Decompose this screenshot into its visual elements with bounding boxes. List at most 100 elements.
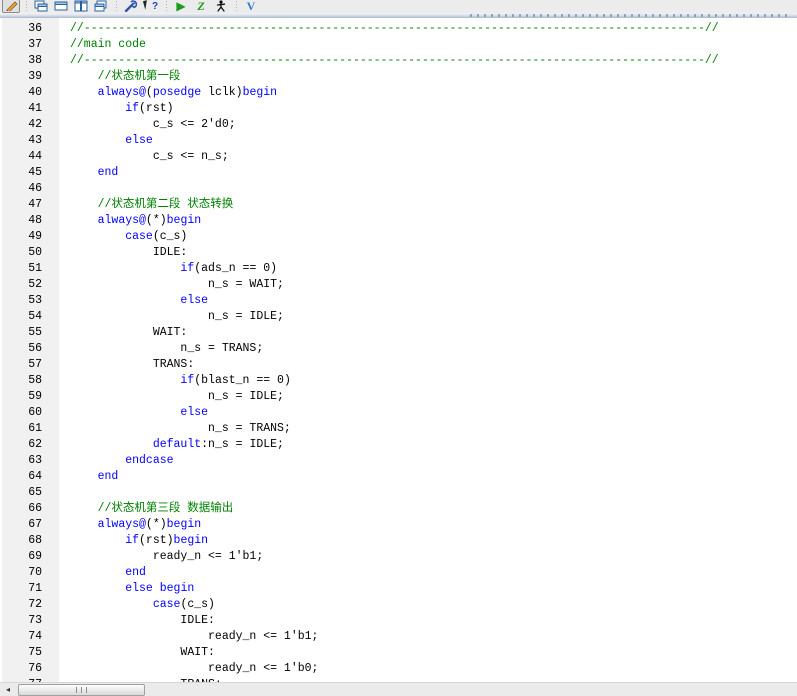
line-number[interactable]: 61 bbox=[2, 421, 61, 437]
code-line[interactable]: 47 //状态机第二段 状态转换 bbox=[0, 197, 797, 213]
code-text[interactable]: ready_n <= 1'b0; bbox=[61, 661, 797, 677]
code-text[interactable]: c_s <= 2'd0; bbox=[61, 117, 797, 133]
code-text[interactable]: n_s = IDLE; bbox=[61, 309, 797, 325]
code-text[interactable]: case(c_s) bbox=[61, 597, 797, 613]
line-number[interactable]: 76 bbox=[2, 661, 61, 677]
code-line[interactable]: 54 n_s = IDLE; bbox=[0, 309, 797, 325]
code-line[interactable]: 46 bbox=[0, 181, 797, 197]
tile-vertical-button[interactable] bbox=[72, 0, 90, 13]
code-line[interactable]: 70 end bbox=[0, 565, 797, 581]
code-text[interactable]: default:n_s = IDLE; bbox=[61, 437, 797, 453]
code-text[interactable]: else bbox=[61, 293, 797, 309]
code-line[interactable]: 56 n_s = TRANS; bbox=[0, 341, 797, 357]
code-line[interactable]: 58 if(blast_n == 0) bbox=[0, 373, 797, 389]
code-text[interactable]: ready_n <= 1'b1; bbox=[61, 629, 797, 645]
horizontal-scrollbar[interactable]: ◂ bbox=[0, 682, 797, 696]
code-text[interactable]: n_s = TRANS; bbox=[61, 341, 797, 357]
code-line[interactable]: 39 //状态机第一段 bbox=[0, 69, 797, 85]
line-number[interactable]: 52 bbox=[2, 277, 61, 293]
line-number[interactable]: 46 bbox=[2, 181, 61, 197]
line-number[interactable]: 67 bbox=[2, 517, 61, 533]
line-number[interactable]: 45 bbox=[2, 165, 61, 181]
code-text[interactable]: end bbox=[61, 565, 797, 581]
scroll-left-arrow[interactable]: ◂ bbox=[2, 683, 14, 696]
code-text[interactable]: IDLE: bbox=[61, 245, 797, 261]
code-line[interactable]: 61 n_s = TRANS; bbox=[0, 421, 797, 437]
code-line[interactable]: 63 endcase bbox=[0, 453, 797, 469]
context-help-button[interactable]: ? bbox=[142, 0, 160, 13]
code-text[interactable]: c_s <= n_s; bbox=[61, 149, 797, 165]
line-number[interactable]: 36 bbox=[2, 21, 61, 37]
code-text[interactable]: always@(posedge lclk)begin bbox=[61, 85, 797, 101]
code-line[interactable]: 55 WAIT: bbox=[0, 325, 797, 341]
line-number[interactable]: 74 bbox=[2, 629, 61, 645]
code-text[interactable]: always@(*)begin bbox=[61, 517, 797, 533]
code-line[interactable]: 53 else bbox=[0, 293, 797, 309]
code-text[interactable]: n_s = TRANS; bbox=[61, 421, 797, 437]
code-line[interactable]: 40 always@(posedge lclk)begin bbox=[0, 85, 797, 101]
code-line[interactable]: 67 always@(*)begin bbox=[0, 517, 797, 533]
line-number[interactable]: 59 bbox=[2, 389, 61, 405]
code-line[interactable]: 69 ready_n <= 1'b1; bbox=[0, 549, 797, 565]
code-text[interactable]: //状态机第一段 bbox=[61, 69, 797, 85]
line-number[interactable]: 40 bbox=[2, 85, 61, 101]
line-number[interactable]: 70 bbox=[2, 565, 61, 581]
code-line[interactable]: 38 //------------------------------------… bbox=[0, 53, 797, 69]
code-text[interactable]: else bbox=[61, 133, 797, 149]
line-number[interactable]: 37 bbox=[2, 37, 61, 53]
line-number[interactable]: 51 bbox=[2, 261, 61, 277]
code-text[interactable]: //--------------------------------------… bbox=[61, 53, 797, 69]
code-line[interactable]: 49 case(c_s) bbox=[0, 229, 797, 245]
code-line[interactable]: 37 //main code bbox=[0, 37, 797, 53]
code-text[interactable]: //状态机第三段 数据输出 bbox=[61, 501, 797, 517]
line-number[interactable]: 75 bbox=[2, 645, 61, 661]
code-line[interactable]: 50 IDLE: bbox=[0, 245, 797, 261]
code-line[interactable]: 44 c_s <= n_s; bbox=[0, 149, 797, 165]
line-number[interactable]: 62 bbox=[2, 437, 61, 453]
code-text[interactable]: else begin bbox=[61, 581, 797, 597]
code-line[interactable]: 52 n_s = WAIT; bbox=[0, 277, 797, 293]
cascade-windows-button[interactable] bbox=[32, 0, 50, 13]
code-text[interactable]: end bbox=[61, 165, 797, 181]
line-number[interactable]: 57 bbox=[2, 357, 61, 373]
code-text[interactable]: case(c_s) bbox=[61, 229, 797, 245]
line-number[interactable]: 54 bbox=[2, 309, 61, 325]
code-line[interactable]: 43 else bbox=[0, 133, 797, 149]
code-text[interactable]: IDLE: bbox=[61, 613, 797, 629]
code-line[interactable]: 41 if(rst) bbox=[0, 101, 797, 117]
code-line[interactable]: 51 if(ads_n == 0) bbox=[0, 261, 797, 277]
edit-tool-button[interactable] bbox=[2, 0, 20, 13]
code-text[interactable] bbox=[61, 181, 797, 197]
simulate-button[interactable]: Z bbox=[192, 0, 210, 13]
line-number[interactable]: 69 bbox=[2, 549, 61, 565]
line-number[interactable]: 73 bbox=[2, 613, 61, 629]
code-text[interactable]: WAIT: bbox=[61, 325, 797, 341]
arrange-windows-button[interactable] bbox=[92, 0, 110, 13]
code-text[interactable]: //main code bbox=[61, 37, 797, 53]
code-text[interactable]: if(ads_n == 0) bbox=[61, 261, 797, 277]
code-text[interactable]: end bbox=[61, 469, 797, 485]
code-line[interactable]: 74 ready_n <= 1'b1; bbox=[0, 629, 797, 645]
line-number[interactable]: 43 bbox=[2, 133, 61, 149]
line-number[interactable]: 49 bbox=[2, 229, 61, 245]
code-text[interactable]: ready_n <= 1'b1; bbox=[61, 549, 797, 565]
code-line[interactable]: 73 IDLE: bbox=[0, 613, 797, 629]
run-button[interactable]: ▶ bbox=[172, 0, 190, 13]
line-number[interactable]: 47 bbox=[2, 197, 61, 213]
line-number[interactable]: 48 bbox=[2, 213, 61, 229]
tile-horizontal-button[interactable] bbox=[52, 0, 70, 13]
line-number[interactable]: 71 bbox=[2, 581, 61, 597]
code-text[interactable]: else bbox=[61, 405, 797, 421]
line-number[interactable]: 50 bbox=[2, 245, 61, 261]
scrollbar-thumb[interactable] bbox=[18, 684, 145, 696]
code-line[interactable]: 60 else bbox=[0, 405, 797, 421]
code-text[interactable]: n_s = IDLE; bbox=[61, 389, 797, 405]
code-text[interactable]: WAIT: bbox=[61, 645, 797, 661]
line-number[interactable]: 60 bbox=[2, 405, 61, 421]
code-line[interactable]: 65 bbox=[0, 485, 797, 501]
line-number[interactable]: 58 bbox=[2, 373, 61, 389]
code-line[interactable]: 66 //状态机第三段 数据输出 bbox=[0, 501, 797, 517]
line-number[interactable]: 72 bbox=[2, 597, 61, 613]
line-number[interactable]: 55 bbox=[2, 325, 61, 341]
code-line[interactable]: 75 WAIT: bbox=[0, 645, 797, 661]
